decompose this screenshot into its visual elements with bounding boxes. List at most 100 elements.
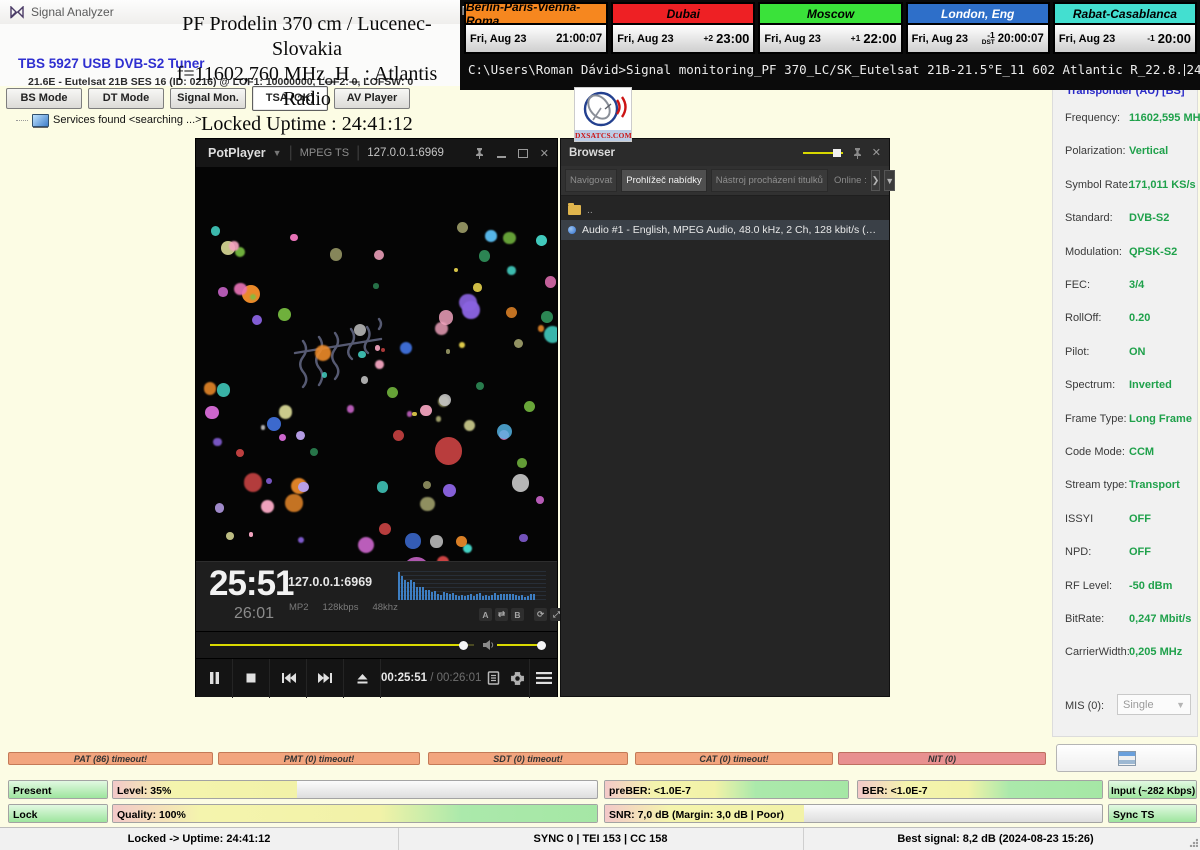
psi-bar-pat-86-timeout: PAT (86) timeout!	[8, 752, 213, 765]
seek-knob[interactable]	[459, 641, 468, 650]
online-next-button[interactable]: ❯	[871, 170, 881, 191]
snr-label: SNR: 7,0 dB (Margin: 3,0 dB | Poor)	[605, 809, 784, 821]
field-value: Transport	[1129, 479, 1180, 491]
transponder-list-button[interactable]	[1056, 744, 1197, 772]
video-bokeh-dot	[217, 383, 231, 397]
online-dropdown-button[interactable]: ▼	[884, 170, 895, 191]
volume-knob[interactable]	[537, 641, 546, 650]
video-bokeh-dot	[236, 449, 245, 458]
playlist-button[interactable]	[481, 659, 505, 698]
stop-button[interactable]	[233, 659, 270, 698]
video-bokeh-dot	[261, 425, 265, 429]
present-label: Present	[9, 785, 52, 797]
volume-slider[interactable]	[497, 644, 543, 646]
video-bokeh-dot	[315, 345, 331, 361]
field-value: CCM	[1129, 446, 1154, 458]
pin-icon[interactable]	[474, 147, 485, 159]
field-value: Vertical	[1129, 145, 1168, 157]
resize-grip[interactable]	[1189, 838, 1198, 847]
field-value: 0,247 Mbit/s	[1129, 613, 1191, 625]
separator: |	[356, 144, 360, 162]
video-bokeh-dot	[462, 301, 479, 318]
browser-zoom-knob[interactable]	[833, 149, 841, 157]
mis-dropdown[interactable]: Single ▼	[1117, 694, 1191, 715]
field-value: ON	[1129, 346, 1146, 358]
close-icon[interactable]: ✕	[872, 146, 881, 159]
video-bokeh-dot	[226, 532, 234, 540]
clock-city-label: Rabat-Casablanca	[1055, 4, 1195, 25]
ab-repeat-b-button[interactable]: B	[511, 608, 524, 621]
pin-icon[interactable]	[852, 147, 863, 159]
browser-zoom-slider[interactable]	[803, 152, 843, 154]
footer-time-total: 00:26:01	[437, 672, 482, 684]
video-bokeh-dot	[244, 473, 263, 492]
preber-label: preBER: <1.0E-7	[605, 785, 691, 797]
video-bokeh-dot	[361, 376, 369, 384]
chevron-down-icon: ▼	[1176, 700, 1185, 710]
video-area[interactable]	[196, 167, 557, 561]
ab-repeat-controls: A ⇄ B ⟳ ⤢	[479, 608, 563, 621]
console-prompt[interactable]: C:\Users\Roman Dávid>Signal monitoring_P…	[468, 62, 1196, 77]
browser-tab-n-stroj-proch-zen-titulk[interactable]: Nástroj procházení titulků	[711, 169, 828, 192]
previous-button[interactable]	[270, 659, 307, 698]
video-bokeh-dot	[322, 372, 327, 377]
repeat-icon[interactable]: ⟳	[534, 608, 547, 621]
video-bokeh-dot	[358, 351, 365, 358]
transponder-field-carrierwidth: CarrierWidth:0,205 MHz	[1053, 646, 1199, 662]
level-label: Level: 35%	[113, 785, 171, 797]
dxsatcs-logo: DXSATCS.COM	[574, 87, 632, 142]
video-bokeh-dot	[278, 308, 291, 321]
console-window[interactable]: M ( Berlin-Paris-Vienna-RomaFri, Aug 232…	[460, 0, 1200, 90]
clock-dubai: DubaiFri, Aug 23+223:00	[611, 2, 755, 54]
settings-button[interactable]	[505, 659, 529, 698]
video-bokeh-dot	[524, 401, 535, 412]
video-bokeh-dot	[436, 416, 442, 422]
audio-bullet-icon	[568, 226, 576, 234]
dxsatcs-text: DXSATCS.COM	[575, 130, 631, 141]
ab-repeat-a-button[interactable]: A	[479, 608, 492, 621]
tab-bs-mode[interactable]: BS Mode	[6, 88, 82, 109]
field-value: Long Frame	[1129, 413, 1192, 425]
clock-time-row: Fri, Aug 2321:00:07	[466, 25, 606, 52]
pause-button[interactable]	[196, 659, 233, 698]
field-label: Code Mode:	[1065, 446, 1125, 458]
field-value: Inverted	[1129, 379, 1172, 391]
transponder-field-frequency: Frequency:11602,595 MHz	[1053, 112, 1199, 128]
browser-titlebar[interactable]: Browser ✕	[561, 139, 889, 166]
field-value: 171,011 KS/s	[1129, 179, 1196, 191]
field-value: QPSK-S2	[1129, 246, 1177, 258]
close-icon[interactable]: ✕	[540, 147, 549, 160]
volume-icon[interactable]	[482, 639, 494, 651]
menu-button[interactable]	[530, 659, 557, 698]
field-value: 0.20	[1129, 312, 1150, 324]
video-bokeh-dot	[430, 535, 442, 547]
total-time: 26:01	[234, 605, 274, 623]
field-label: Modulation:	[1065, 246, 1122, 258]
ber-label: BER: <1.0E-7	[858, 785, 928, 797]
audio-track-label: Audio #1 - English, MPEG Audio, 48.0 kHz…	[582, 224, 882, 236]
present-indicator: Present	[8, 780, 108, 799]
input-indicator: Input (~282 Kbps)	[1108, 780, 1197, 799]
offset-value: +2	[674, 34, 714, 43]
parent-folder-item[interactable]: ..	[561, 200, 889, 220]
seek-slider[interactable]	[210, 644, 474, 646]
eject-button[interactable]	[344, 659, 381, 698]
potplayer-titlebar[interactable]: PotPlayer ▼ | MPEG TS | 127.0.0.1:6969 ✕	[196, 139, 557, 167]
browser-tab-navigovat[interactable]: Navigovat	[565, 169, 617, 192]
video-bokeh-dot	[290, 234, 298, 242]
browser-window: Browser ✕ NavigovatProhlížeč nabídkyNást…	[560, 138, 890, 697]
video-bokeh-dot	[215, 503, 224, 512]
field-label: Stream type:	[1065, 479, 1127, 491]
chevron-down-icon[interactable]: ▼	[273, 148, 282, 158]
statusbar-sync: SYNC 0 | TEI 153 | CC 158	[398, 828, 804, 850]
video-bokeh-dot	[420, 497, 434, 511]
video-bokeh-dot	[456, 536, 467, 547]
video-bokeh-dot	[423, 481, 432, 490]
browser-tab-prohl-e-nab-dky[interactable]: Prohlížeč nabídky	[621, 169, 707, 192]
video-bokeh-dot	[497, 424, 512, 439]
next-button[interactable]	[307, 659, 344, 698]
maximize-icon[interactable]	[518, 149, 528, 158]
audio-track-item[interactable]: Audio #1 - English, MPEG Audio, 48.0 kHz…	[561, 220, 889, 240]
minimize-icon[interactable]	[497, 149, 506, 158]
ab-loop-icon[interactable]: ⇄	[495, 608, 508, 621]
